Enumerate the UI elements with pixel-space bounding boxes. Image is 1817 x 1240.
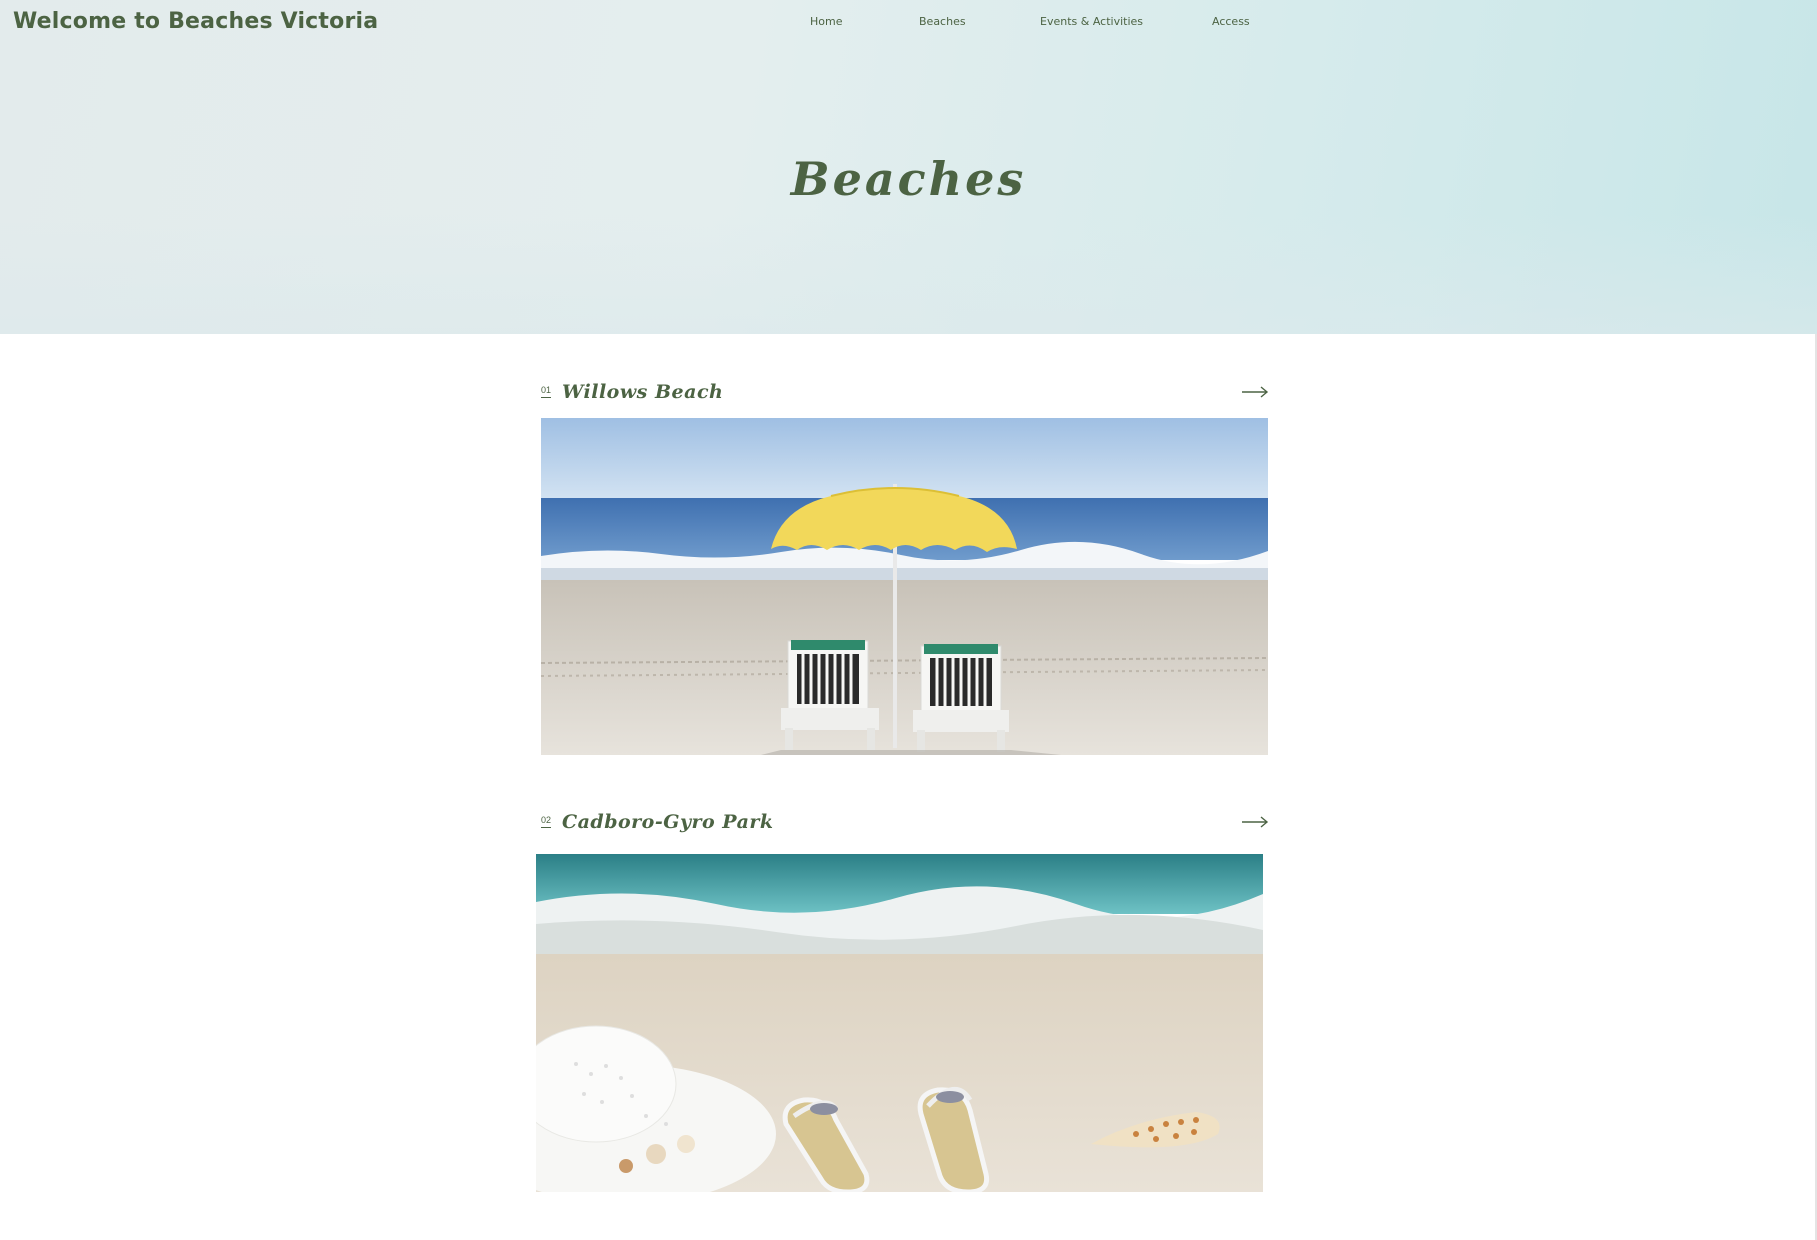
beach-name[interactable]: Cadboro-Gyro Park	[562, 811, 774, 833]
beach-number: 01	[541, 385, 552, 398]
main-nav: Home Beaches Events & Activities Access	[0, 15, 1817, 35]
nav-home[interactable]: Home	[810, 15, 842, 28]
nav-access[interactable]: Access	[1212, 15, 1250, 28]
hero-banner: Welcome to Beaches Victoria Home Beaches…	[0, 0, 1817, 334]
arrow-right-icon[interactable]	[1241, 815, 1269, 829]
page-heading: Beaches	[790, 152, 1027, 206]
beach-photo-hat-sandals[interactable]	[536, 854, 1263, 1192]
beach-item-header[interactable]: 02 Cadboro-Gyro Park	[541, 811, 1269, 841]
beach-item-header[interactable]: 01 Willows Beach	[541, 381, 1269, 411]
nav-events-activities[interactable]: Events & Activities	[1040, 15, 1143, 28]
beach-name[interactable]: Willows Beach	[562, 381, 723, 403]
beach-photo-umbrella[interactable]	[541, 418, 1268, 755]
arrow-right-icon[interactable]	[1241, 385, 1269, 399]
nav-beaches[interactable]: Beaches	[919, 15, 966, 28]
beach-number: 02	[541, 815, 552, 828]
